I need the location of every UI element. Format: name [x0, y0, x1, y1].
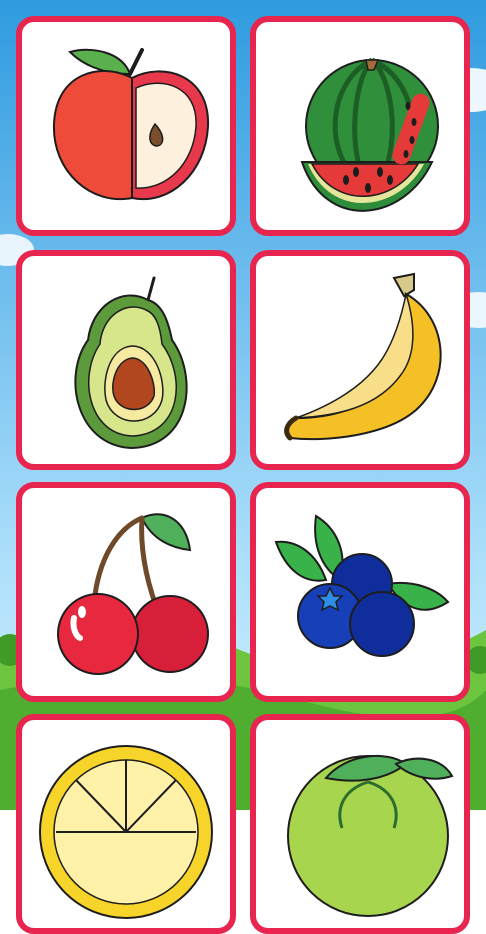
fruit-card-lemon[interactable] [16, 714, 236, 934]
fruit-card-cherry[interactable] [16, 482, 236, 702]
green-fruit-icon [287, 754, 454, 917]
fruit-card-avocado[interactable] [16, 250, 236, 470]
fruit-card-blueberry[interactable] [250, 482, 470, 702]
fruit-card-apple[interactable] [16, 16, 236, 236]
cherry-icon [57, 513, 209, 675]
blueberry-icon [274, 514, 450, 657]
banana-icon [284, 272, 442, 441]
fruit-card-green-fruit[interactable] [250, 714, 470, 934]
avocado-icon [74, 276, 188, 450]
fruit-card-banana[interactable] [250, 250, 470, 470]
apple-icon [52, 48, 210, 201]
lemon-icon [39, 745, 213, 919]
fruit-card-watermelon[interactable] [250, 16, 470, 236]
watermelon-icon [300, 57, 439, 212]
fruit-grid [0, 0, 486, 934]
